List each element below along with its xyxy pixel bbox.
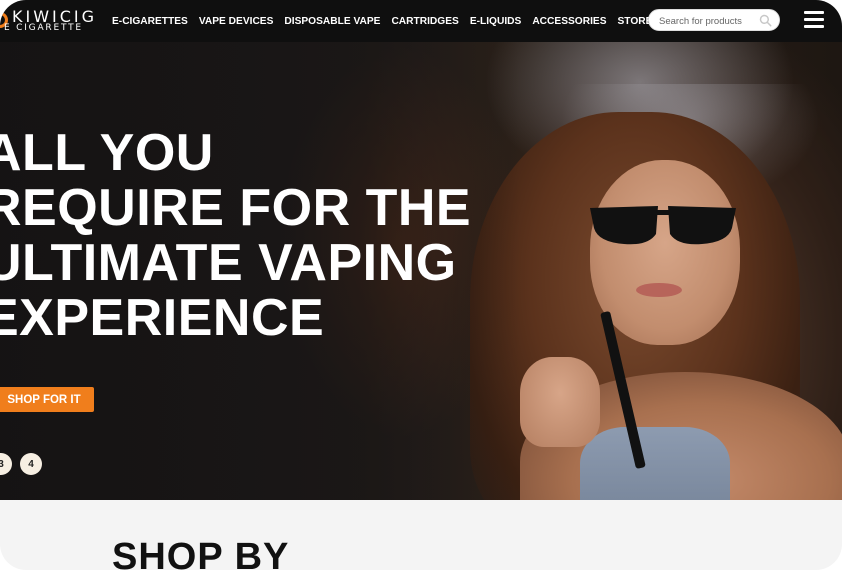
hero-model-lips [636,283,682,297]
shop-by-heading: SHOP BY [112,536,290,570]
hamburger-menu-icon[interactable] [804,11,824,29]
hero-headline: ALL YOU REQUIRE FOR THE ULTIMATE VAPING … [0,126,471,346]
site-logo[interactable]: KIWICIG E CIGARETTE [0,6,112,36]
sunglasses-image [590,206,736,245]
hero-model-hand [520,357,600,447]
nav-item-e-liquids[interactable]: E-LIQUIDS [470,16,522,27]
search-icon[interactable] [759,14,772,27]
search-box [648,9,780,31]
search-input[interactable] [657,13,761,29]
hero-headline-line-4: EXPERIENCE [0,289,325,347]
logo-subtext: E CIGARETTE [4,23,83,33]
hero-model-top [580,427,730,500]
menu-bar [804,11,824,14]
shop-for-it-button[interactable]: SHOP FOR IT [0,387,94,412]
menu-bar [804,25,824,28]
menu-bar [804,18,824,21]
hero-headline-line-2: REQUIRE FOR THE [0,179,472,237]
hero-model-face [590,160,740,345]
nav-item-vape-devices[interactable]: VAPE DEVICES [199,16,274,27]
nav-item-disposable-vape[interactable]: DISPOSABLE VAPE [284,16,380,27]
page-frame: KIWICIG E CIGARETTE E-CIGARETTES VAPE DE… [0,0,842,570]
slide-dot-4[interactable]: 4 [20,453,42,475]
nav-item-cartridges[interactable]: CARTRIDGES [391,16,458,27]
hero-banner: ALL YOU REQUIRE FOR THE ULTIMATE VAPING … [0,42,842,500]
hero-headline-line-3: ULTIMATE VAPING [0,234,457,292]
site-header: KIWICIG E CIGARETTE E-CIGARETTES VAPE DE… [0,0,842,42]
main-nav: E-CIGARETTES VAPE DEVICES DISPOSABLE VAP… [112,0,716,42]
nav-item-accessories[interactable]: ACCESSORIES [532,16,606,27]
nav-item-e-cigarettes[interactable]: E-CIGARETTES [112,16,188,27]
hero-headline-line-1: ALL YOU [0,124,214,182]
